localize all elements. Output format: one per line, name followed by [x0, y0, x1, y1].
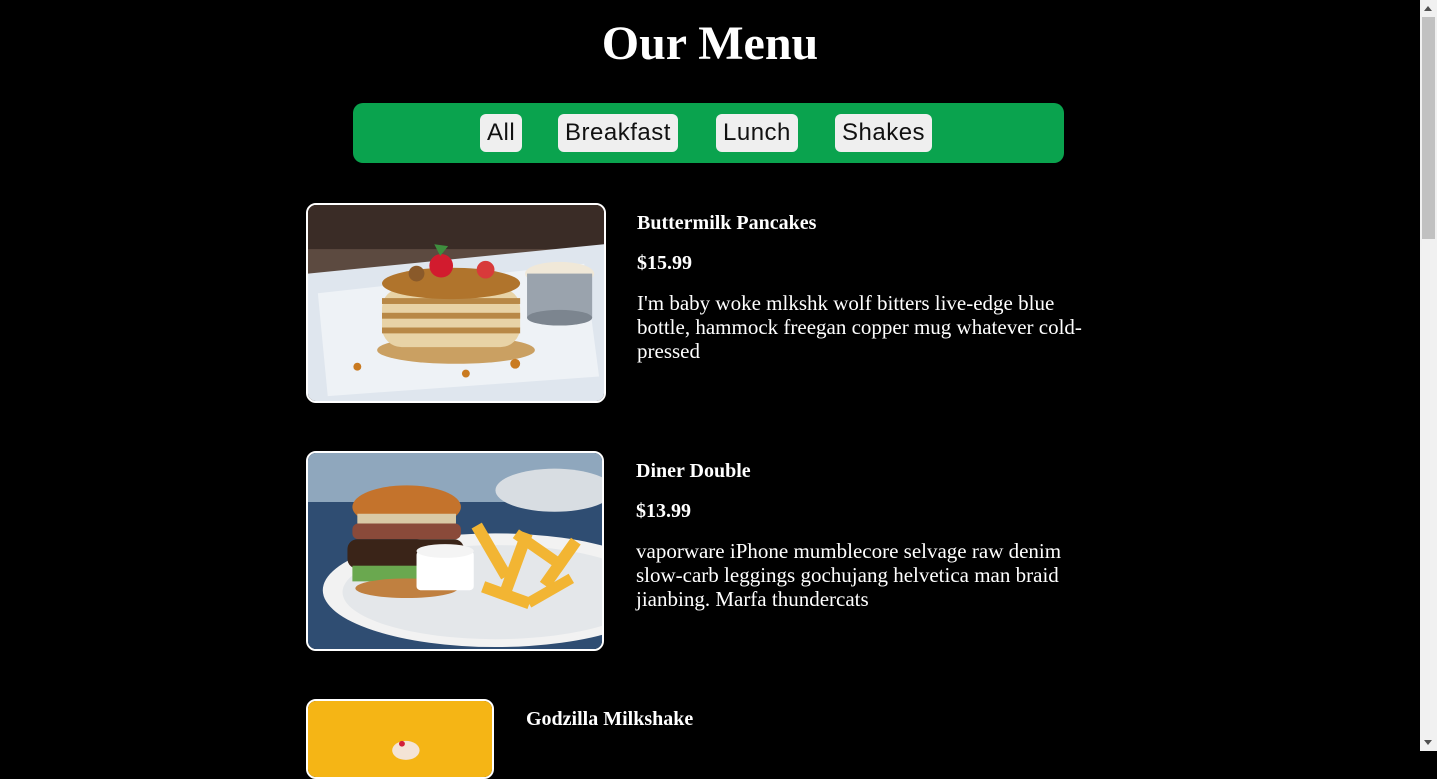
item-description: I'm baby woke mlkshk wolf bitters live-e…: [637, 291, 1082, 363]
scroll-thumb[interactable]: [1422, 17, 1435, 239]
item-price: $15.99: [637, 252, 692, 274]
pancakes-image: [306, 203, 606, 403]
page-title: Our Menu: [601, 17, 819, 70]
filter-shakes-button[interactable]: Shakes: [835, 114, 933, 152]
item-price: $13.99: [636, 500, 691, 522]
filter-lunch-button[interactable]: Lunch: [716, 114, 798, 152]
item-title: Diner Double: [636, 460, 751, 482]
milkshake-image: [306, 699, 494, 779]
arrow-down-icon[interactable]: [1424, 740, 1432, 745]
burger-image: [306, 451, 604, 651]
item-title: Buttermilk Pancakes: [637, 212, 817, 234]
filter-all-button[interactable]: All: [480, 114, 523, 152]
arrow-up-icon[interactable]: [1424, 6, 1432, 11]
filter-breakfast-button[interactable]: Breakfast: [558, 114, 678, 152]
filter-bar: All Breakfast Lunch Shakes: [353, 103, 1064, 163]
item-title: Godzilla Milkshake: [526, 708, 694, 730]
scrollbar[interactable]: [1420, 0, 1437, 751]
item-description: vaporware iPhone mumblecore selvage raw …: [636, 539, 1062, 611]
